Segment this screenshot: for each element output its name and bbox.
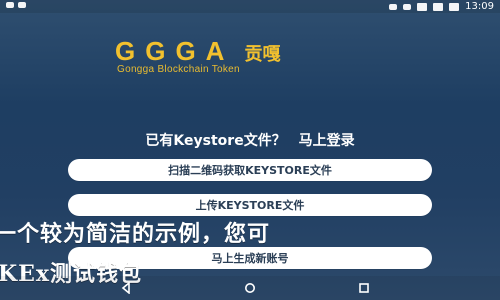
upload-keystore-button[interactable]: 上传KEYSTORE文件	[68, 194, 432, 216]
signal-icon	[433, 2, 444, 11]
logo-cn: 贡嘎	[244, 44, 281, 65]
status-time: 13:09	[465, 1, 494, 12]
logo-main: GGGA 贡嘎	[115, 36, 280, 67]
status-right-icons: 13:09	[389, 1, 494, 12]
upload-keystore-button-label: 上传KEYSTORE文件	[195, 199, 305, 212]
notification-icon	[6, 2, 14, 8]
scan-qr-button[interactable]: 扫描二维码获取KEYSTORE文件	[68, 159, 432, 181]
overlay-text-line-1: 一个较为简洁的示例，您可	[0, 221, 271, 247]
wifi-icon	[417, 2, 428, 11]
alarm-icon	[403, 3, 412, 10]
system-navbar	[0, 276, 500, 300]
status-left-icons	[6, 2, 26, 8]
bluetooth-icon	[389, 3, 398, 10]
notification-icon	[18, 2, 26, 8]
battery-icon	[449, 2, 460, 11]
recent-apps-icon[interactable]	[358, 282, 370, 294]
back-icon[interactable]	[120, 282, 132, 294]
logo-subtitle: Gongga Blockchain Token	[117, 64, 240, 75]
prompt-question: 已有Keystore文件？	[145, 133, 286, 149]
login-link[interactable]: 马上登录	[299, 133, 355, 149]
scan-qr-button-label: 扫描二维码获取KEYSTORE文件	[168, 164, 332, 177]
app-logo: GGGA 贡嘎 Gongga Blockchain Token	[115, 36, 415, 80]
login-prompt: 已有Keystore文件？ 马上登录	[0, 130, 500, 150]
status-bar: 13:09	[0, 0, 500, 13]
logo-mark: GGGA	[115, 36, 235, 66]
home-icon[interactable]	[244, 282, 256, 294]
